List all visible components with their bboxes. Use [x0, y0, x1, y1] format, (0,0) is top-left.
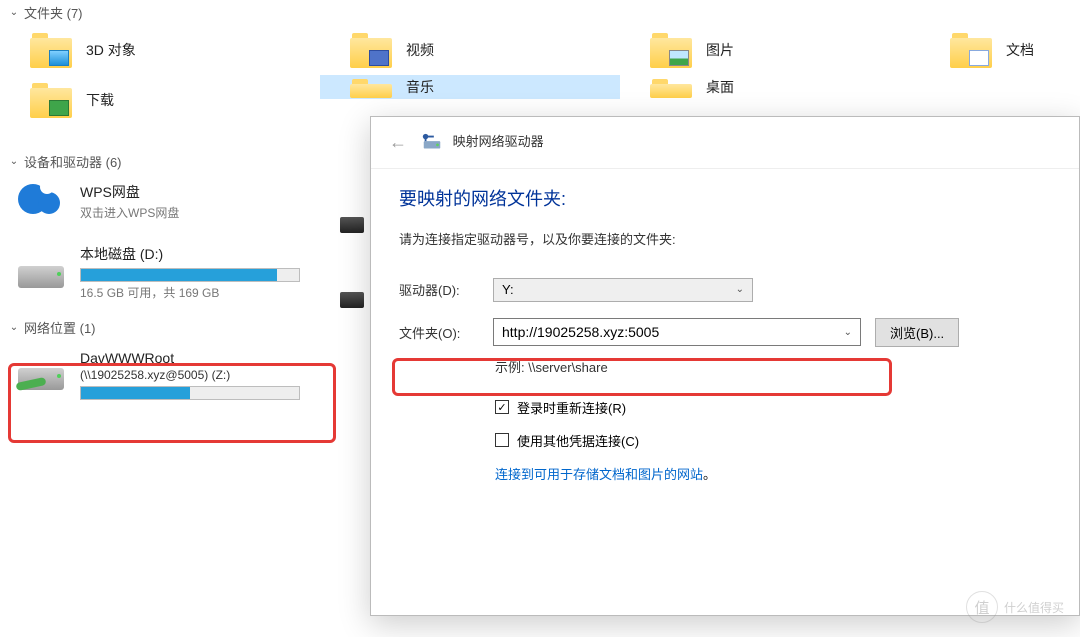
dialog-heading: 要映射的网络文件夹:: [399, 185, 1051, 211]
checkbox-reconnect-label: 登录时重新连接(R): [517, 398, 626, 417]
drive-sub: (\\19025258.xyz@5005) (Z:): [80, 368, 310, 382]
drive-usage-text: 16.5 GB 可用，共 169 GB: [80, 284, 310, 301]
dialog-body: 要映射的网络文件夹: 请为连接指定驱动器号，以及你要连接的文件夹: 驱动器(D)…: [371, 169, 1079, 499]
drive-local-d[interactable]: 本地磁盘 (D:) 16.5 GB 可用，共 169 GB: [0, 238, 320, 307]
folder-label: 下载: [86, 90, 114, 110]
section-folders-label: 文件夹 (7): [24, 3, 83, 22]
folder-desktop[interactable]: 桌面: [620, 75, 920, 99]
row-folder-path: 文件夹(O): http://19025258.xyz:5005 ⌄ 浏览(B)…: [399, 318, 1051, 347]
network-drive-small-icon: [421, 132, 443, 154]
watermark: 值 什么值得买: [966, 591, 1064, 623]
watermark-icon: 值: [966, 591, 998, 623]
drive-sub: 双击进入WPS网盘: [80, 204, 310, 221]
chevron-down-icon: ⌄: [8, 156, 20, 167]
drive-title: WPS网盘: [80, 182, 310, 202]
chevron-down-icon: ⌄: [736, 284, 744, 295]
hard-drive-icon: [18, 252, 66, 294]
example-text: 示例: \\server\share: [495, 357, 1051, 376]
dialog-title: 映射网络驱动器: [421, 131, 544, 154]
folder-path-input[interactable]: http://19025258.xyz:5005 ⌄: [493, 318, 861, 346]
usage-bar: [80, 268, 300, 282]
checkbox-icon-unchecked: [495, 433, 509, 447]
network-drive-icon: [18, 354, 66, 396]
folder-icon: [650, 31, 692, 69]
folder-pictures[interactable]: 图片: [620, 25, 920, 75]
folder-icon: [950, 31, 992, 69]
watermark-text: 什么值得买: [1004, 599, 1064, 616]
folder-music[interactable]: 音乐: [320, 75, 620, 99]
folder-videos[interactable]: 视频: [320, 25, 620, 75]
browse-button[interactable]: 浏览(B)...: [875, 318, 959, 347]
drive-network-davwwwroot[interactable]: DavWWWRoot (\\19025258.xyz@5005) (Z:): [0, 344, 320, 406]
section-network-label: 网络位置 (1): [24, 318, 96, 337]
folder-documents[interactable]: 文档: [920, 25, 1060, 75]
wps-cloud-icon: [18, 180, 66, 222]
drive-letter-select[interactable]: Y: ⌄: [493, 278, 753, 302]
folders-row1: 3D 对象 视频 图片 文档: [0, 25, 1080, 75]
map-network-drive-dialog: ← 映射网络驱动器 要映射的网络文件夹: 请为连接指定驱动器号，以及你要连接的文…: [370, 116, 1080, 616]
folder-downloads[interactable]: 下载: [0, 75, 320, 125]
checkbox-othercred-label: 使用其他凭据连接(C): [517, 431, 639, 450]
folder-icon: [30, 31, 72, 69]
folder-icon: [350, 77, 392, 97]
section-devices-label: 设备和驱动器 (6): [24, 152, 122, 171]
folder-path-label: 文件夹(O):: [399, 323, 479, 342]
drive-wps[interactable]: WPS网盘 双击进入WPS网盘: [0, 174, 320, 228]
link-period: 。: [703, 467, 716, 482]
drive-letter-value: Y:: [502, 282, 514, 297]
partial-drive-icon: [340, 205, 368, 247]
folder-3d-objects[interactable]: 3D 对象: [0, 25, 320, 75]
drive-title: 本地磁盘 (D:): [80, 244, 310, 264]
folder-label: 桌面: [706, 77, 734, 97]
folder-label: 文档: [1006, 40, 1034, 60]
connect-website-link[interactable]: 连接到可用于存储文档和图片的网站: [495, 467, 703, 482]
dialog-title-text: 映射网络驱动器: [453, 134, 544, 149]
folder-icon: [650, 77, 692, 97]
folder-label: 视频: [406, 40, 434, 60]
checkbox-reconnect[interactable]: ✓ 登录时重新连接(R): [495, 398, 1051, 417]
chevron-down-icon[interactable]: ⌄: [844, 327, 852, 338]
section-folders-header[interactable]: ⌄ 文件夹 (7): [0, 0, 1080, 25]
row-drive-letter: 驱动器(D): Y: ⌄: [399, 278, 1051, 302]
folder-icon: [350, 31, 392, 69]
usage-bar: [80, 386, 300, 400]
dialog-description: 请为连接指定驱动器号，以及你要连接的文件夹:: [399, 229, 1051, 248]
folder-label: 图片: [706, 40, 734, 60]
chevron-down-icon: ⌄: [8, 7, 20, 18]
drive-title: DavWWWRoot: [80, 350, 310, 366]
dialog-header: ← 映射网络驱动器: [371, 117, 1079, 169]
checkbox-other-credentials[interactable]: 使用其他凭据连接(C): [495, 431, 1051, 450]
checkbox-icon-checked: ✓: [495, 400, 509, 414]
chevron-down-icon: ⌄: [8, 322, 20, 333]
back-arrow-icon[interactable]: ←: [389, 132, 409, 153]
partial-drive-icon: [340, 280, 368, 322]
folder-icon: [30, 81, 72, 119]
folder-label: 3D 对象: [86, 40, 136, 60]
drive-letter-label: 驱动器(D):: [399, 280, 479, 299]
folder-path-value: http://19025258.xyz:5005: [502, 324, 659, 340]
folder-label: 音乐: [406, 77, 434, 97]
